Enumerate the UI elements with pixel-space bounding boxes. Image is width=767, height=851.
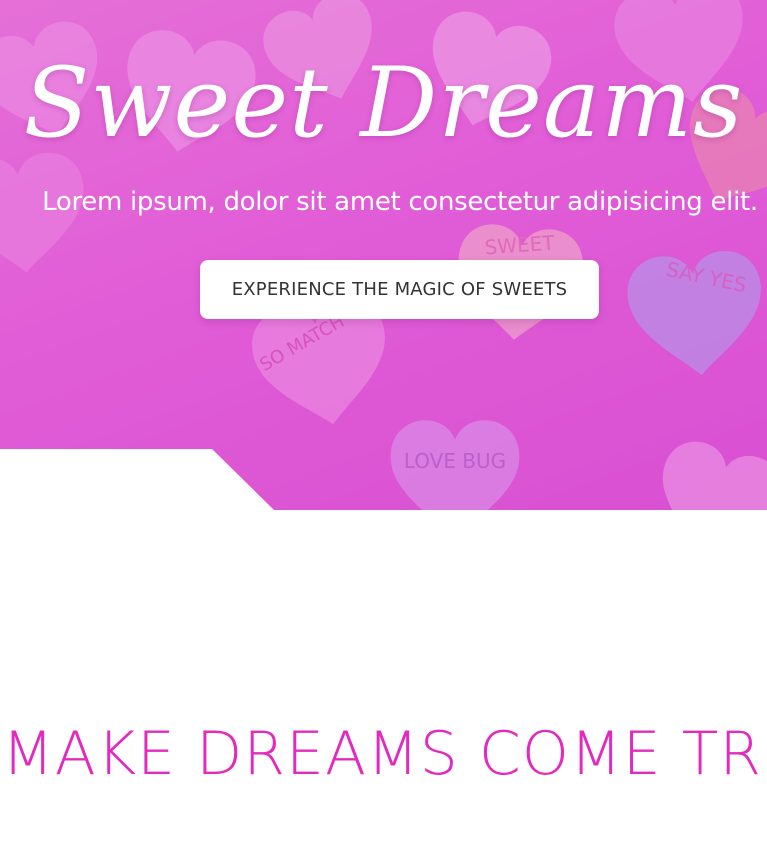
hero-subtitle: Lorem ipsum, dolor sit amet consectetur … [42, 187, 758, 217]
section-heading: MAKE DREAMS COME TRU [2, 719, 767, 789]
landing-page: SWEET SAY YES SO MATCH LOVE BUG Sweet Dr… [0, 0, 767, 851]
hero-title: Sweet Dreams [23, 47, 744, 159]
hero-section: SWEET SAY YES SO MATCH LOVE BUG Sweet Dr… [0, 0, 767, 510]
experience-magic-button[interactable]: EXPERIENCE THE MAGIC OF SWEETS [200, 260, 599, 319]
